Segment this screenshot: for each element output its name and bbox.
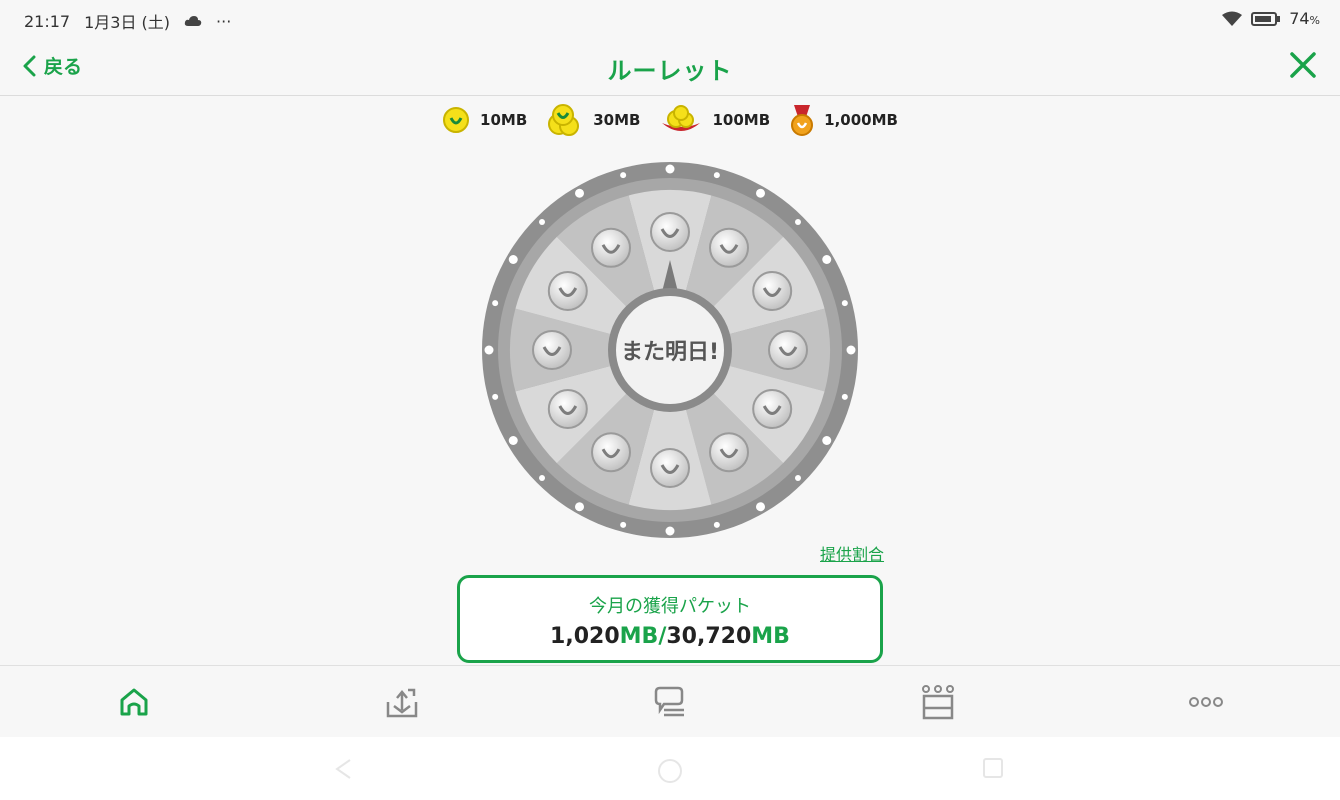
- packet-current: 1,020: [550, 624, 620, 649]
- rim-light: [822, 436, 832, 445]
- rim-light: [713, 172, 720, 179]
- tab-chat[interactable]: [650, 684, 690, 720]
- page-title: ルーレット: [607, 57, 733, 85]
- rim-light: [822, 255, 832, 264]
- prize-coin-icon: [752, 271, 793, 311]
- rim-light: [794, 219, 801, 226]
- rim-light: [484, 345, 494, 355]
- rim-light: [713, 521, 720, 528]
- prize-coin-icon: [752, 389, 793, 429]
- home-icon: [120, 688, 148, 716]
- battery-icon: [1251, 11, 1281, 26]
- coin-plate-icon: [662, 105, 701, 131]
- legend-item: 30MB: [547, 104, 640, 136]
- cloud-icon: [184, 16, 202, 26]
- prize-coin-icon: [547, 389, 588, 429]
- ratio-link[interactable]: 提供割合: [820, 541, 884, 565]
- rim-light: [756, 188, 765, 198]
- rim-light: [539, 474, 546, 481]
- nav-home-icon[interactable]: [656, 757, 684, 785]
- chat-icon: [654, 686, 684, 717]
- prize-coin-icon: [650, 448, 690, 488]
- prize-coin-icon: [768, 330, 808, 370]
- nav-recents-icon[interactable]: [982, 757, 1004, 779]
- legend-item: 100MB: [660, 105, 770, 135]
- center-label[interactable]: また明日!: [621, 340, 719, 365]
- rim-light: [841, 300, 848, 307]
- legend-label: 1,000MB: [824, 111, 898, 129]
- tab-upload[interactable]: [382, 684, 422, 720]
- ranking-crown-icon: [922, 685, 954, 720]
- rim-light: [846, 345, 856, 355]
- close-icon: [1290, 52, 1316, 78]
- prize-coin-icon: [591, 227, 631, 268]
- status-more: ···: [216, 11, 232, 31]
- rim-light: [794, 474, 801, 481]
- packet-unit: MB: [751, 624, 790, 649]
- packet-unit: MB: [619, 624, 659, 649]
- rim-light: [575, 502, 584, 512]
- single-coin-icon: [443, 107, 470, 133]
- wifi-icon: [1222, 11, 1243, 26]
- prize-coin-icon: [709, 432, 749, 473]
- rim-light: [492, 393, 499, 400]
- prize-coin-icon: [547, 271, 588, 311]
- tab-home[interactable]: [114, 684, 154, 720]
- legend-item: 1,000MB: [790, 103, 898, 137]
- close-button[interactable]: [1288, 50, 1318, 84]
- packet-max: 30,720: [666, 624, 752, 649]
- legend-label: 10MB: [480, 111, 528, 129]
- packet-label: 今月の獲得パケット: [589, 596, 751, 617]
- coin-pile-icon: [548, 104, 580, 136]
- gold-medal-icon: [791, 105, 814, 136]
- rim-light: [492, 300, 499, 307]
- rim-light: [508, 436, 518, 445]
- rim-light: [841, 393, 848, 400]
- rim-light: [665, 164, 675, 174]
- battery-unit: %: [1309, 14, 1320, 27]
- prize-legend: 10MB 30MB 100MB 1,000MB: [0, 100, 1340, 140]
- rim-light: [575, 188, 584, 198]
- battery-level: 74: [1289, 9, 1310, 28]
- status-bar: 21:17 1月3日 (土) ··· 74%: [0, 0, 1340, 36]
- rim-light: [539, 219, 546, 226]
- legend-label: 30MB: [593, 111, 641, 129]
- rim-light: [620, 521, 627, 528]
- bottom-tab-bar: [0, 665, 1340, 737]
- legend-item: 10MB: [442, 106, 527, 134]
- roulette-wheel: また明日!: [482, 162, 858, 538]
- prize-coin-icon: [532, 330, 572, 370]
- rim-light: [665, 526, 675, 536]
- monthly-packet-card: 今月の獲得パケット 1,020MB/30,720MB: [457, 575, 883, 663]
- rim-light: [508, 255, 518, 264]
- system-nav-bar: [0, 737, 1340, 800]
- tab-more[interactable]: [1186, 684, 1226, 720]
- app-header: 戻る ルーレット: [0, 36, 1340, 96]
- prize-coin-icon: [709, 227, 749, 268]
- tab-ranking[interactable]: [918, 684, 958, 720]
- more-icon: [1189, 697, 1223, 707]
- rim-light: [620, 172, 627, 179]
- rim-light: [756, 502, 765, 512]
- status-date: 1月3日 (土): [84, 13, 171, 32]
- prize-coin-icon: [650, 212, 690, 252]
- prize-coin-icon: [591, 432, 631, 473]
- packet-value: 1,020MB/30,720MB: [460, 624, 880, 649]
- nav-back-icon[interactable]: [332, 757, 356, 781]
- upload-tray-icon: [386, 688, 418, 718]
- status-time: 21:17: [24, 11, 71, 31]
- legend-label: 100MB: [712, 111, 771, 129]
